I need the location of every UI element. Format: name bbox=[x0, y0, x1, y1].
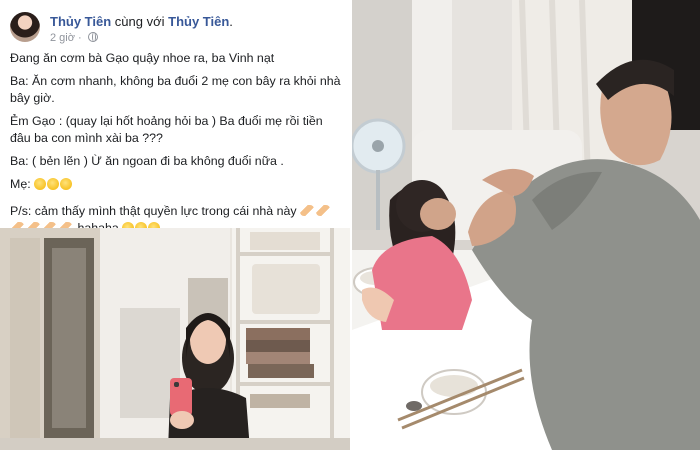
globe-icon bbox=[87, 32, 98, 42]
author-line: Thủy Tiên cùng với Thủy Tiên. bbox=[50, 14, 233, 29]
mirror-selfie-photo[interactable] bbox=[0, 228, 350, 450]
facebook-post-screenshot: Thủy Tiên cùng với Thủy Tiên. 2 giờ · Đa… bbox=[0, 0, 350, 450]
post-time-link[interactable]: 2 giờ bbox=[50, 32, 75, 44]
post-line-5: Mẹ: bbox=[10, 176, 346, 193]
post-line-1: Đang ăn cơm bà Gạo quậy nhoe ra, ba Vinh… bbox=[10, 51, 275, 65]
post-text: Đang ăn cơm bà Gạo quậy nhoe ra, ba Vinh… bbox=[10, 50, 346, 243]
grinning-sweat-emoji-icon bbox=[47, 178, 60, 190]
meta-separator: · bbox=[78, 32, 82, 44]
avatar[interactable] bbox=[10, 12, 40, 42]
post-meta: 2 giờ · bbox=[50, 32, 98, 44]
father-daughter-illustration bbox=[352, 0, 700, 450]
mirror-selfie-illustration bbox=[0, 228, 350, 450]
author-name-link[interactable]: Thủy Tiên bbox=[50, 14, 111, 29]
post-line-3: Ẻm Gạo : (quay lại hốt hoảng hỏi ba ) Ba… bbox=[10, 114, 323, 145]
with-text: cùng với bbox=[114, 14, 165, 29]
flexed-biceps-emoji-icon bbox=[316, 205, 330, 216]
flexed-biceps-emoji-icon bbox=[300, 205, 314, 216]
tagged-name-link[interactable]: Thủy Tiên bbox=[168, 14, 229, 29]
grinning-sweat-emoji-icon bbox=[60, 178, 73, 190]
post-line-5-text: Mẹ: bbox=[10, 177, 31, 191]
father-daughter-photo[interactable] bbox=[352, 0, 700, 450]
grinning-sweat-emoji-icon bbox=[34, 178, 47, 190]
post-line-4: Ba: ( bẻn lẽn ) Ừ ăn ngoan đi ba không đ… bbox=[10, 154, 284, 168]
post-line-2: Ba: Ăn cơm nhanh, không ba đuổi 2 mẹ con… bbox=[10, 74, 341, 105]
post-ps-text: P/s: cảm thấy mình thật quyền lực trong … bbox=[10, 204, 297, 218]
post-header: Thủy Tiên cùng với Thủy Tiên. 2 giờ · bbox=[8, 8, 344, 48]
tagged-suffix: . bbox=[229, 14, 233, 29]
